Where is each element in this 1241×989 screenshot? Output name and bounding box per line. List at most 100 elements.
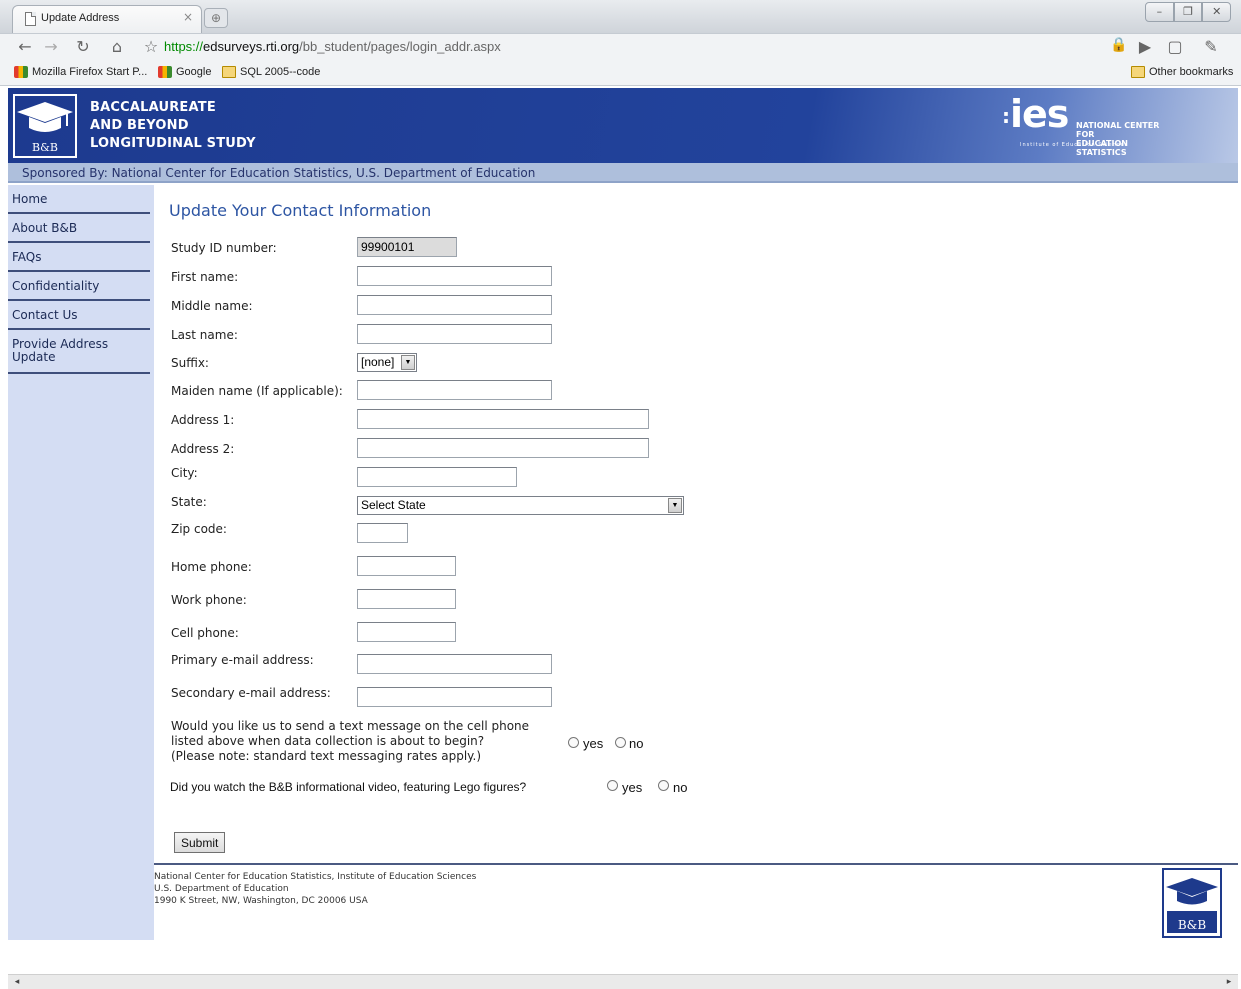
other-bookmarks[interactable]: Other bookmarks bbox=[1131, 66, 1233, 78]
maximize-icon[interactable]: ❐ bbox=[1173, 2, 1203, 22]
ies-logo[interactable]: : ies NATIONAL CENTER FOR EDUCATION STAT… bbox=[1002, 92, 1172, 157]
address2-field[interactable] bbox=[357, 438, 649, 458]
sidebar-nav: Home About B&B FAQs Confidentiality Cont… bbox=[8, 185, 154, 940]
maiden-name-label: Maiden name (If applicable): bbox=[171, 384, 343, 398]
sidebar-item-home[interactable]: Home bbox=[8, 185, 150, 214]
footer-logo-text: B&B bbox=[1177, 918, 1207, 932]
footer-bb-logo: B&B bbox=[1162, 868, 1222, 938]
site-header: B&B BACCALAUREATE AND BEYOND LONGITUDINA… bbox=[8, 88, 1238, 163]
address1-field[interactable] bbox=[357, 409, 649, 429]
main-content: Update Your Contact Information Study ID… bbox=[154, 185, 1238, 865]
chevron-down-icon: ▼ bbox=[401, 355, 415, 370]
footer-address: National Center for Education Statistics… bbox=[154, 872, 477, 906]
ies-dots-icon: : bbox=[1002, 104, 1010, 128]
primary-email-field[interactable] bbox=[357, 654, 552, 674]
city-field[interactable] bbox=[357, 467, 517, 487]
scroll-left-icon[interactable]: ◂ bbox=[10, 976, 24, 989]
play-icon[interactable]: ▶ bbox=[1134, 37, 1156, 57]
zip-field[interactable] bbox=[357, 523, 408, 543]
secondary-email-field[interactable] bbox=[357, 687, 552, 707]
text-message-question: Would you like us to send a text message… bbox=[171, 719, 530, 763]
sidebar-item-confidentiality[interactable]: Confidentiality bbox=[8, 272, 150, 301]
work-phone-field[interactable] bbox=[357, 589, 456, 609]
first-name-field[interactable] bbox=[357, 266, 552, 286]
last-name-field[interactable] bbox=[357, 324, 552, 344]
text-yes-label: yes bbox=[583, 736, 604, 751]
city-label: City: bbox=[171, 466, 198, 480]
url-scheme: https:// bbox=[164, 39, 204, 54]
page-title: Update Your Contact Information bbox=[169, 201, 432, 220]
bookmarks-bar: Mozilla Firefox Start P... Google SQL 20… bbox=[0, 60, 1241, 86]
minimize-icon[interactable]: – bbox=[1145, 2, 1174, 22]
close-window-icon[interactable]: ✕ bbox=[1202, 2, 1232, 22]
secondary-email-label: Secondary e-mail address: bbox=[171, 686, 331, 700]
sidebar-item-contact[interactable]: Contact Us bbox=[8, 301, 150, 330]
home-phone-label: Home phone: bbox=[171, 560, 252, 574]
sponsor-bar: Sponsored By: National Center for Educat… bbox=[8, 163, 1238, 183]
bb-logo[interactable]: B&B bbox=[13, 94, 77, 158]
study-id-label: Study ID number: bbox=[171, 241, 277, 255]
reload-icon[interactable]: ↻ bbox=[72, 37, 94, 57]
url-path: /bb_student/pages/login_addr.aspx bbox=[299, 39, 501, 54]
submit-button[interactable]: Submit bbox=[174, 832, 226, 853]
bb-logo-text: B&B bbox=[32, 141, 58, 154]
graduation-cap-icon bbox=[17, 102, 73, 132]
suffix-select[interactable]: [none] ▼ bbox=[357, 353, 417, 372]
back-icon[interactable]: ← bbox=[14, 37, 36, 57]
puzzle-icon bbox=[158, 66, 172, 78]
home-phone-field[interactable] bbox=[357, 556, 456, 576]
browser-toolbar: ← → ↻ ⌂ ☆ https://edsurveys.rti.org/bb_s… bbox=[0, 33, 1241, 60]
text-no-label: no bbox=[629, 736, 644, 751]
last-name-label: Last name: bbox=[171, 328, 238, 342]
first-name-label: First name: bbox=[171, 270, 239, 284]
address-bar[interactable]: https://edsurveys.rti.org/bb_student/pag… bbox=[164, 36, 1164, 58]
new-tab-button[interactable]: ⊕ bbox=[204, 8, 228, 28]
tab-title: Update Address bbox=[41, 12, 120, 24]
primary-email-label: Primary e-mail address: bbox=[171, 653, 314, 667]
ies-tagline: Institute of Education Sciences bbox=[1020, 142, 1129, 148]
browser-tab[interactable]: Update Address × bbox=[12, 5, 202, 33]
bookmark-google[interactable]: Google bbox=[158, 66, 211, 78]
footer-divider bbox=[154, 863, 1238, 865]
video-yes-radio[interactable] bbox=[607, 780, 618, 791]
page-icon bbox=[25, 12, 36, 26]
video-no-label: no bbox=[673, 780, 688, 795]
state-label: State: bbox=[171, 495, 207, 509]
scroll-right-icon[interactable]: ▸ bbox=[1222, 976, 1236, 989]
graduation-cap-icon bbox=[1166, 878, 1218, 905]
suffix-label: Suffix: bbox=[171, 356, 209, 370]
bookmark-firefox[interactable]: Mozilla Firefox Start P... bbox=[14, 66, 147, 78]
forward-icon[interactable]: → bbox=[40, 37, 62, 57]
zip-label: Zip code: bbox=[171, 522, 227, 536]
folder-icon bbox=[1131, 66, 1145, 78]
folder-icon bbox=[222, 66, 236, 78]
sidebar-item-faqs[interactable]: FAQs bbox=[8, 243, 150, 272]
middle-name-label: Middle name: bbox=[171, 299, 253, 313]
sidebar-item-about[interactable]: About B&B bbox=[8, 214, 150, 243]
video-yes-label: yes bbox=[622, 780, 643, 795]
page-menu-icon[interactable]: ▢ bbox=[1164, 37, 1186, 57]
study-id-field: 99900101 bbox=[357, 237, 457, 257]
state-select[interactable]: Select State ▼ bbox=[357, 496, 684, 515]
video-question: Did you watch the B&B informational vide… bbox=[170, 780, 527, 794]
sidebar-item-address-update[interactable]: Provide Address Update bbox=[8, 330, 150, 374]
lock-icon[interactable]: 🔒 bbox=[1110, 37, 1127, 53]
url-host: edsurveys.rti.org bbox=[203, 39, 300, 54]
text-yes-radio[interactable] bbox=[568, 737, 579, 748]
text-no-radio[interactable] bbox=[615, 737, 626, 748]
home-icon[interactable]: ⌂ bbox=[106, 37, 128, 57]
window-controls: – ❐ ✕ bbox=[1145, 2, 1232, 22]
address1-label: Address 1: bbox=[171, 413, 235, 427]
wrench-icon[interactable]: ✎ bbox=[1200, 37, 1222, 57]
cell-phone-label: Cell phone: bbox=[171, 626, 239, 640]
video-no-radio[interactable] bbox=[658, 780, 669, 791]
bookmark-sql[interactable]: SQL 2005--code bbox=[222, 66, 320, 78]
star-icon[interactable]: ☆ bbox=[140, 37, 162, 57]
browser-tab-bar: Update Address × ⊕ – ❐ ✕ bbox=[0, 0, 1241, 33]
maiden-name-field[interactable] bbox=[357, 380, 552, 400]
tab-close-icon[interactable]: × bbox=[183, 10, 193, 24]
cell-phone-field[interactable] bbox=[357, 622, 456, 642]
site-title: BACCALAUREATE AND BEYOND LONGITUDINAL ST… bbox=[90, 100, 256, 151]
horizontal-scrollbar[interactable]: ◂ ▸ bbox=[8, 974, 1238, 989]
middle-name-field[interactable] bbox=[357, 295, 552, 315]
